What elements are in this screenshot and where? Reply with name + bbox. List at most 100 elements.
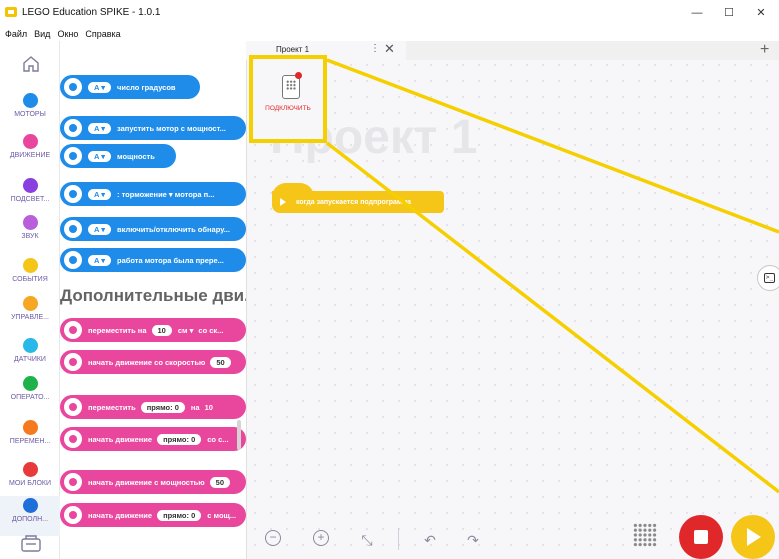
motor-block[interactable]: A ▾ : торможение ▾ мотора п...	[60, 182, 246, 206]
value-input[interactable]: прямо: 0	[157, 509, 202, 521]
value-input[interactable]: 10	[151, 324, 172, 336]
value-input[interactable]: прямо: 0	[157, 433, 202, 445]
movement-block[interactable]: переместить прямо: 0 на 10	[60, 395, 246, 419]
extensions-icon[interactable]	[20, 533, 42, 553]
block-text: работа мотора была прере...	[117, 255, 224, 265]
spike-app: LEGO Education SPIKE - 1.0.1 — ☐ ✕ Файл …	[0, 0, 779, 559]
category-label: ДВИЖЕНИЕ	[9, 152, 51, 159]
port-dropdown[interactable]: A ▾	[88, 122, 111, 134]
category-item[interactable]: МОИ БЛОКИ	[0, 460, 60, 500]
movement-block[interactable]: начать движение со скоростью 50	[60, 350, 246, 374]
motor-block[interactable]: A ▾ работа мотора была прере...	[60, 248, 246, 272]
value-input[interactable]: 50	[209, 476, 231, 488]
category-label: УПРАВЛЕ...	[10, 314, 50, 321]
category-color-icon	[22, 258, 38, 273]
port-dropdown[interactable]: A ▾	[88, 223, 111, 235]
block-text: : торможение ▾ мотора п...	[117, 189, 215, 199]
category-item[interactable]: ПОДСВЕТ...	[0, 176, 60, 216]
category-color-icon	[22, 296, 38, 311]
category-color-icon	[22, 498, 38, 513]
category-item[interactable]: ЗВУК	[0, 213, 60, 253]
movement-icon	[64, 353, 82, 371]
motor-block[interactable]: A ▾ включить/отключить обнару...	[60, 217, 246, 241]
category-color-icon	[22, 215, 38, 230]
category-label: ДОПОЛН...	[11, 516, 49, 523]
tab-menu-icon[interactable]: ⋮	[370, 43, 380, 54]
value-input[interactable]: прямо: 0	[140, 401, 185, 413]
movement-icon	[64, 473, 82, 491]
add-tab-icon[interactable]: +	[760, 41, 769, 59]
port-dropdown[interactable]: A ▾	[88, 188, 111, 200]
movement-block[interactable]: начать движение прямо: 0 со с...	[60, 427, 246, 451]
motor-block[interactable]: A ▾ запустить мотор с мощност...	[60, 116, 246, 140]
menu-window[interactable]: Окно	[57, 29, 78, 39]
block-text-extra: см ▾	[177, 325, 194, 335]
zoom-in-button[interactable]: +	[313, 530, 329, 546]
category-color-icon	[22, 134, 38, 149]
category-item[interactable]: МОТОРЫ	[0, 91, 60, 131]
hat-block-label: когда запускается подпрограмма	[296, 198, 412, 206]
tab-label: Проект 1	[276, 45, 310, 54]
block-text-tail: с мощ...	[207, 510, 237, 520]
menu-file[interactable]: Файл	[5, 29, 27, 39]
port-dropdown[interactable]: A ▾	[88, 81, 111, 93]
movement-icon	[64, 430, 82, 448]
category-label: ЗВУК	[21, 233, 39, 240]
category-color-icon	[22, 178, 38, 193]
connect-hub-button[interactable]: ПОДКЛЮЧИТЬ	[249, 55, 327, 143]
motor-block[interactable]: A ▾ мощность	[60, 144, 176, 168]
close-window-button[interactable]: ✕	[749, 4, 773, 22]
category-label: СОБЫТИЯ	[12, 276, 48, 283]
menu-help[interactable]: Справка	[85, 29, 120, 39]
port-dropdown[interactable]: A ▾	[88, 254, 111, 266]
block-text: начать движение	[88, 434, 153, 444]
movement-block[interactable]: переместить на 10 см ▾ со ск...	[60, 318, 246, 342]
block-text-tail: 10	[204, 402, 213, 412]
block-text: начать движение со скоростью	[88, 357, 206, 367]
category-color-icon	[22, 462, 38, 477]
motor-block[interactable]: A ▾ число градусов	[60, 75, 200, 99]
motor-icon	[64, 147, 82, 165]
when-program-starts-block[interactable]: когда запускается подпрограмма	[272, 183, 444, 213]
category-color-icon	[22, 420, 38, 435]
block-text-extra: на	[190, 402, 200, 412]
category-color-icon	[22, 376, 38, 391]
palette-scrollbar[interactable]	[237, 420, 241, 450]
menu-view[interactable]: Вид	[34, 29, 50, 39]
zoom-out-button[interactable]: −	[265, 530, 281, 546]
minimize-button[interactable]: —	[685, 4, 709, 22]
port-dropdown[interactable]: A ▾	[88, 150, 111, 162]
console-icon: >_	[764, 273, 775, 283]
movement-block[interactable]: начать движение прямо: 0 с мощ...	[60, 503, 246, 527]
category-item[interactable]: СОБЫТИЯ	[0, 256, 60, 296]
category-item[interactable]: ДВИЖЕНИЕ	[0, 132, 60, 172]
value-input[interactable]: 50	[210, 356, 231, 368]
redo-icon[interactable]: ↷	[463, 530, 483, 550]
category-label: ДАТЧИКИ	[14, 356, 46, 363]
light-matrix-icon[interactable]	[633, 523, 657, 547]
recenter-icon[interactable]: ⤡	[357, 530, 377, 550]
movement-icon	[64, 506, 82, 524]
block-text-tail: со с...	[207, 434, 229, 444]
run-button[interactable]	[731, 515, 775, 559]
category-rail: МОТОРЫ ДВИЖЕНИЕ ПОДСВЕТ... ЗВУК СОБЫТИЯ УПРАВ…	[0, 41, 60, 559]
window-title: LEGO Education SPIKE - 1.0.1	[22, 7, 161, 18]
home-icon[interactable]	[21, 54, 41, 74]
stop-button[interactable]	[679, 515, 723, 559]
undo-icon[interactable]: ↶	[420, 530, 440, 550]
block-text: переместить	[88, 402, 136, 412]
tab-close-icon[interactable]: ✕	[384, 41, 395, 57]
block-text: переместить на	[88, 325, 147, 335]
maximize-button[interactable]: ☐	[717, 4, 741, 22]
category-item[interactable]: УПРАВЛЕ...	[0, 294, 60, 334]
category-item[interactable]: ПЕРЕМЕН...	[0, 418, 60, 458]
category-item[interactable]: ДОПОЛН...	[0, 496, 60, 536]
console-button[interactable]: >_	[757, 265, 779, 291]
disconnected-led-icon	[295, 72, 302, 79]
category-item[interactable]: ОПЕРАТО...	[0, 374, 60, 414]
movement-block[interactable]: начать движение с мощностью 50	[60, 470, 246, 494]
category-color-icon	[22, 93, 38, 108]
category-label: МОТОРЫ	[14, 111, 46, 118]
menu-bar: Файл Вид Окно Справка	[0, 26, 779, 41]
category-item[interactable]: ДАТЧИКИ	[0, 336, 60, 376]
